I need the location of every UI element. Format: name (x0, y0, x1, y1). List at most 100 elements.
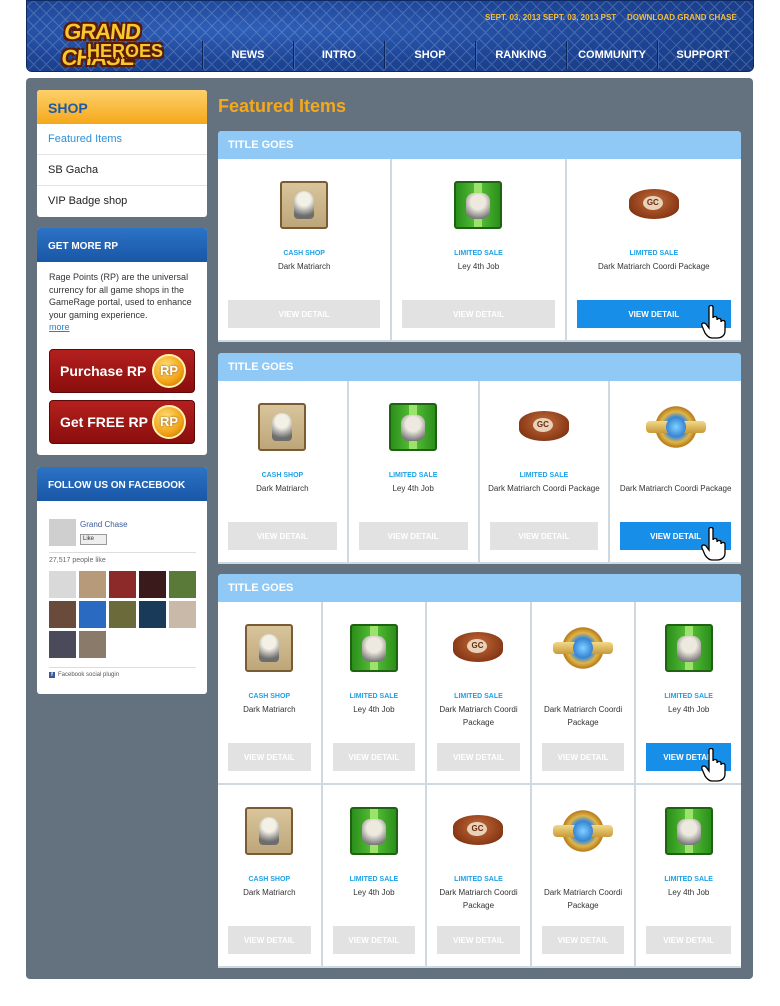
fan-avatar[interactable] (79, 601, 106, 628)
item-category: LIMITED SALE (454, 876, 503, 883)
plugin-label: Facebook social plugin (58, 672, 120, 678)
item-card[interactable]: Dark Matriarch Coordi Package VIEW DETAIL (531, 785, 637, 968)
fan-avatar[interactable] (49, 571, 76, 598)
view-detail-button[interactable]: VIEW DETAIL (228, 300, 381, 328)
featured-section: TITLE GOES CASH SHOP Dark Matriarch VIEW DE… (218, 131, 741, 342)
item-category: CASH SHOP (283, 250, 325, 257)
view-detail-button[interactable]: VIEW DETAIL (437, 926, 520, 954)
item-card[interactable]: LIMITED SALE Dark Matriarch Coordi Packag… (566, 159, 741, 342)
item-card[interactable]: LIMITED SALE Dark Matriarch Coordi Packag… (427, 602, 532, 785)
item-name: Ley 4th Job (392, 484, 434, 493)
item-card[interactable]: LIMITED SALE Ley 4th Job VIEW DETAIL (636, 785, 741, 968)
fan-avatar[interactable] (139, 601, 166, 628)
view-detail-button[interactable]: VIEW DETAIL (358, 522, 468, 550)
item-card[interactable]: LIMITED SALE Ley 4th Job VIEW DETAIL (392, 159, 567, 342)
nav-support[interactable]: SUPPORT (657, 41, 748, 69)
gift-box-icon (389, 403, 438, 451)
facebook-page-avatar[interactable] (49, 519, 76, 546)
scroll-icon (245, 624, 294, 672)
hand-cursor-icon (701, 527, 726, 561)
view-detail-button[interactable]: VIEW DETAIL (437, 743, 520, 771)
fan-avatar[interactable] (49, 631, 76, 658)
view-detail-button[interactable]: VIEW DETAIL (228, 926, 311, 954)
fan-avatar[interactable] (109, 571, 136, 598)
view-detail-button[interactable]: VIEW DETAIL (228, 522, 337, 550)
item-name: Dark Matriarch Coordi Package (543, 705, 623, 727)
purchase-rp-button[interactable]: Purchase RP RP (49, 349, 195, 393)
fan-avatar[interactable] (169, 601, 196, 628)
section-title: TITLE GOES (218, 131, 741, 159)
view-detail-button[interactable]: VIEW DETAIL (402, 300, 555, 328)
sidebar-item-sb-gacha[interactable]: SB Gacha (37, 155, 207, 186)
gc-ball-icon (453, 632, 504, 662)
item-category: LIMITED SALE (664, 876, 713, 883)
divider (49, 667, 196, 668)
fan-avatar[interactable] (169, 571, 196, 598)
item-category: LIMITED SALE (519, 472, 569, 479)
get-free-rp-button[interactable]: Get FREE RP RP (49, 400, 195, 444)
featured-section: TITLE GOES CASH SHOP Dark Matriarch VIEW DE… (218, 574, 741, 968)
item-card[interactable]: LIMITED SALE Ley 4th Job VIEW DETAIL (636, 602, 741, 785)
nav-shop[interactable]: SHOP (384, 41, 475, 69)
shop-menu-title: SHOP (37, 90, 207, 124)
item-name: Ley 4th Job (667, 705, 710, 714)
view-detail-button[interactable]: VIEW DETAIL (489, 522, 599, 550)
item-card[interactable]: LIMITED SALE Ley 4th Job VIEW DETAIL (322, 602, 428, 785)
fan-avatar[interactable] (109, 601, 136, 628)
item-name: Dark Matriarch (243, 705, 296, 714)
gc-ball-icon (518, 411, 569, 441)
view-detail-button[interactable]: VIEW DETAIL (332, 743, 416, 771)
site-header: GRAND CHASE HEROES SEPT. 03, 2013 SEPT. … (26, 0, 754, 72)
gc-ball-icon (628, 189, 679, 219)
item-card[interactable]: CASH SHOP Dark Matriarch VIEW DETAIL (218, 381, 349, 564)
facebook-like-button[interactable]: Like (80, 534, 107, 545)
item-card[interactable]: LIMITED SALE Ley 4th Job VIEW DETAIL (322, 785, 428, 968)
scroll-icon (280, 181, 329, 229)
scroll-icon (245, 807, 294, 855)
facebook-panel-title: FOLLOW US ON FACEBOOK (37, 467, 207, 501)
scroll-icon (258, 403, 307, 451)
sidebar-item-featured[interactable]: Featured Items (37, 124, 207, 155)
item-card[interactable]: CASH SHOP Dark Matriarch VIEW DETAIL (218, 159, 393, 342)
purchase-rp-label: Purchase RP (60, 363, 147, 379)
item-card[interactable]: Dark Matriarch Coordi Package VIEW DETAIL (610, 381, 741, 564)
nav-ranking[interactable]: RANKING (475, 41, 566, 69)
fan-avatar[interactable] (49, 601, 76, 628)
item-category: LIMITED SALE (349, 693, 399, 700)
view-detail-button[interactable]: VIEW DETAIL (646, 926, 731, 954)
nav-community[interactable]: COMMUNITY (566, 41, 657, 69)
item-name: Dark Matriarch (256, 484, 309, 493)
item-card[interactable]: CASH SHOP Dark Matriarch VIEW DETAIL (218, 785, 323, 968)
view-detail-button[interactable]: VIEW DETAIL (541, 743, 625, 771)
item-name: Dark Matriarch (277, 262, 331, 271)
item-category: LIMITED SALE (349, 876, 399, 883)
download-link[interactable]: DOWNLOAD GRAND CHASE (627, 13, 737, 22)
view-detail-button[interactable]: VIEW DETAIL (541, 926, 625, 954)
item-card[interactable]: LIMITED SALE Dark Matriarch Coordi Packag… (479, 381, 611, 564)
item-card[interactable]: LIMITED SALE Dark Matriarch Coordi Packag… (427, 785, 532, 968)
item-card[interactable]: LIMITED SALE Ley 4th Job VIEW DETAIL (348, 381, 480, 564)
view-detail-button[interactable]: VIEW DETAIL (228, 743, 311, 771)
item-category: CASH SHOP (248, 876, 291, 883)
fan-avatar[interactable] (79, 571, 106, 598)
fan-avatar[interactable] (79, 631, 106, 658)
item-row: CASH SHOP Dark Matriarch VIEW DETAIL LIMITE… (218, 785, 741, 968)
item-name: Dark Matriarch Coordi Package (598, 262, 710, 271)
item-card[interactable]: CASH SHOP Dark Matriarch VIEW DETAIL (218, 602, 323, 785)
nav-news[interactable]: NEWS (202, 41, 293, 69)
gc-ball-icon (453, 815, 504, 845)
facebook-page-name[interactable]: Grand Chase (80, 520, 128, 529)
item-name: Ley 4th Job (353, 705, 395, 714)
fan-avatar[interactable] (139, 571, 166, 598)
page-title: Featured Items (218, 96, 347, 116)
logo-bottom-text: HEROES (87, 41, 164, 61)
grand-chase-logo[interactable]: GRAND CHASE HEROES (60, 13, 183, 70)
gift-box-icon (454, 181, 503, 229)
header-date: SEPT. 03, 2013 SEPT. 03, 2013 PST (485, 13, 617, 22)
nav-intro[interactable]: INTRO (293, 41, 384, 69)
rp-more-link[interactable]: more (49, 322, 70, 332)
badge-icon (553, 807, 614, 855)
item-card[interactable]: Dark Matriarch Coordi Package VIEW DETAIL (531, 602, 637, 785)
sidebar-item-vip-badge[interactable]: VIP Badge shop (37, 186, 207, 217)
view-detail-button[interactable]: VIEW DETAIL (332, 926, 416, 954)
